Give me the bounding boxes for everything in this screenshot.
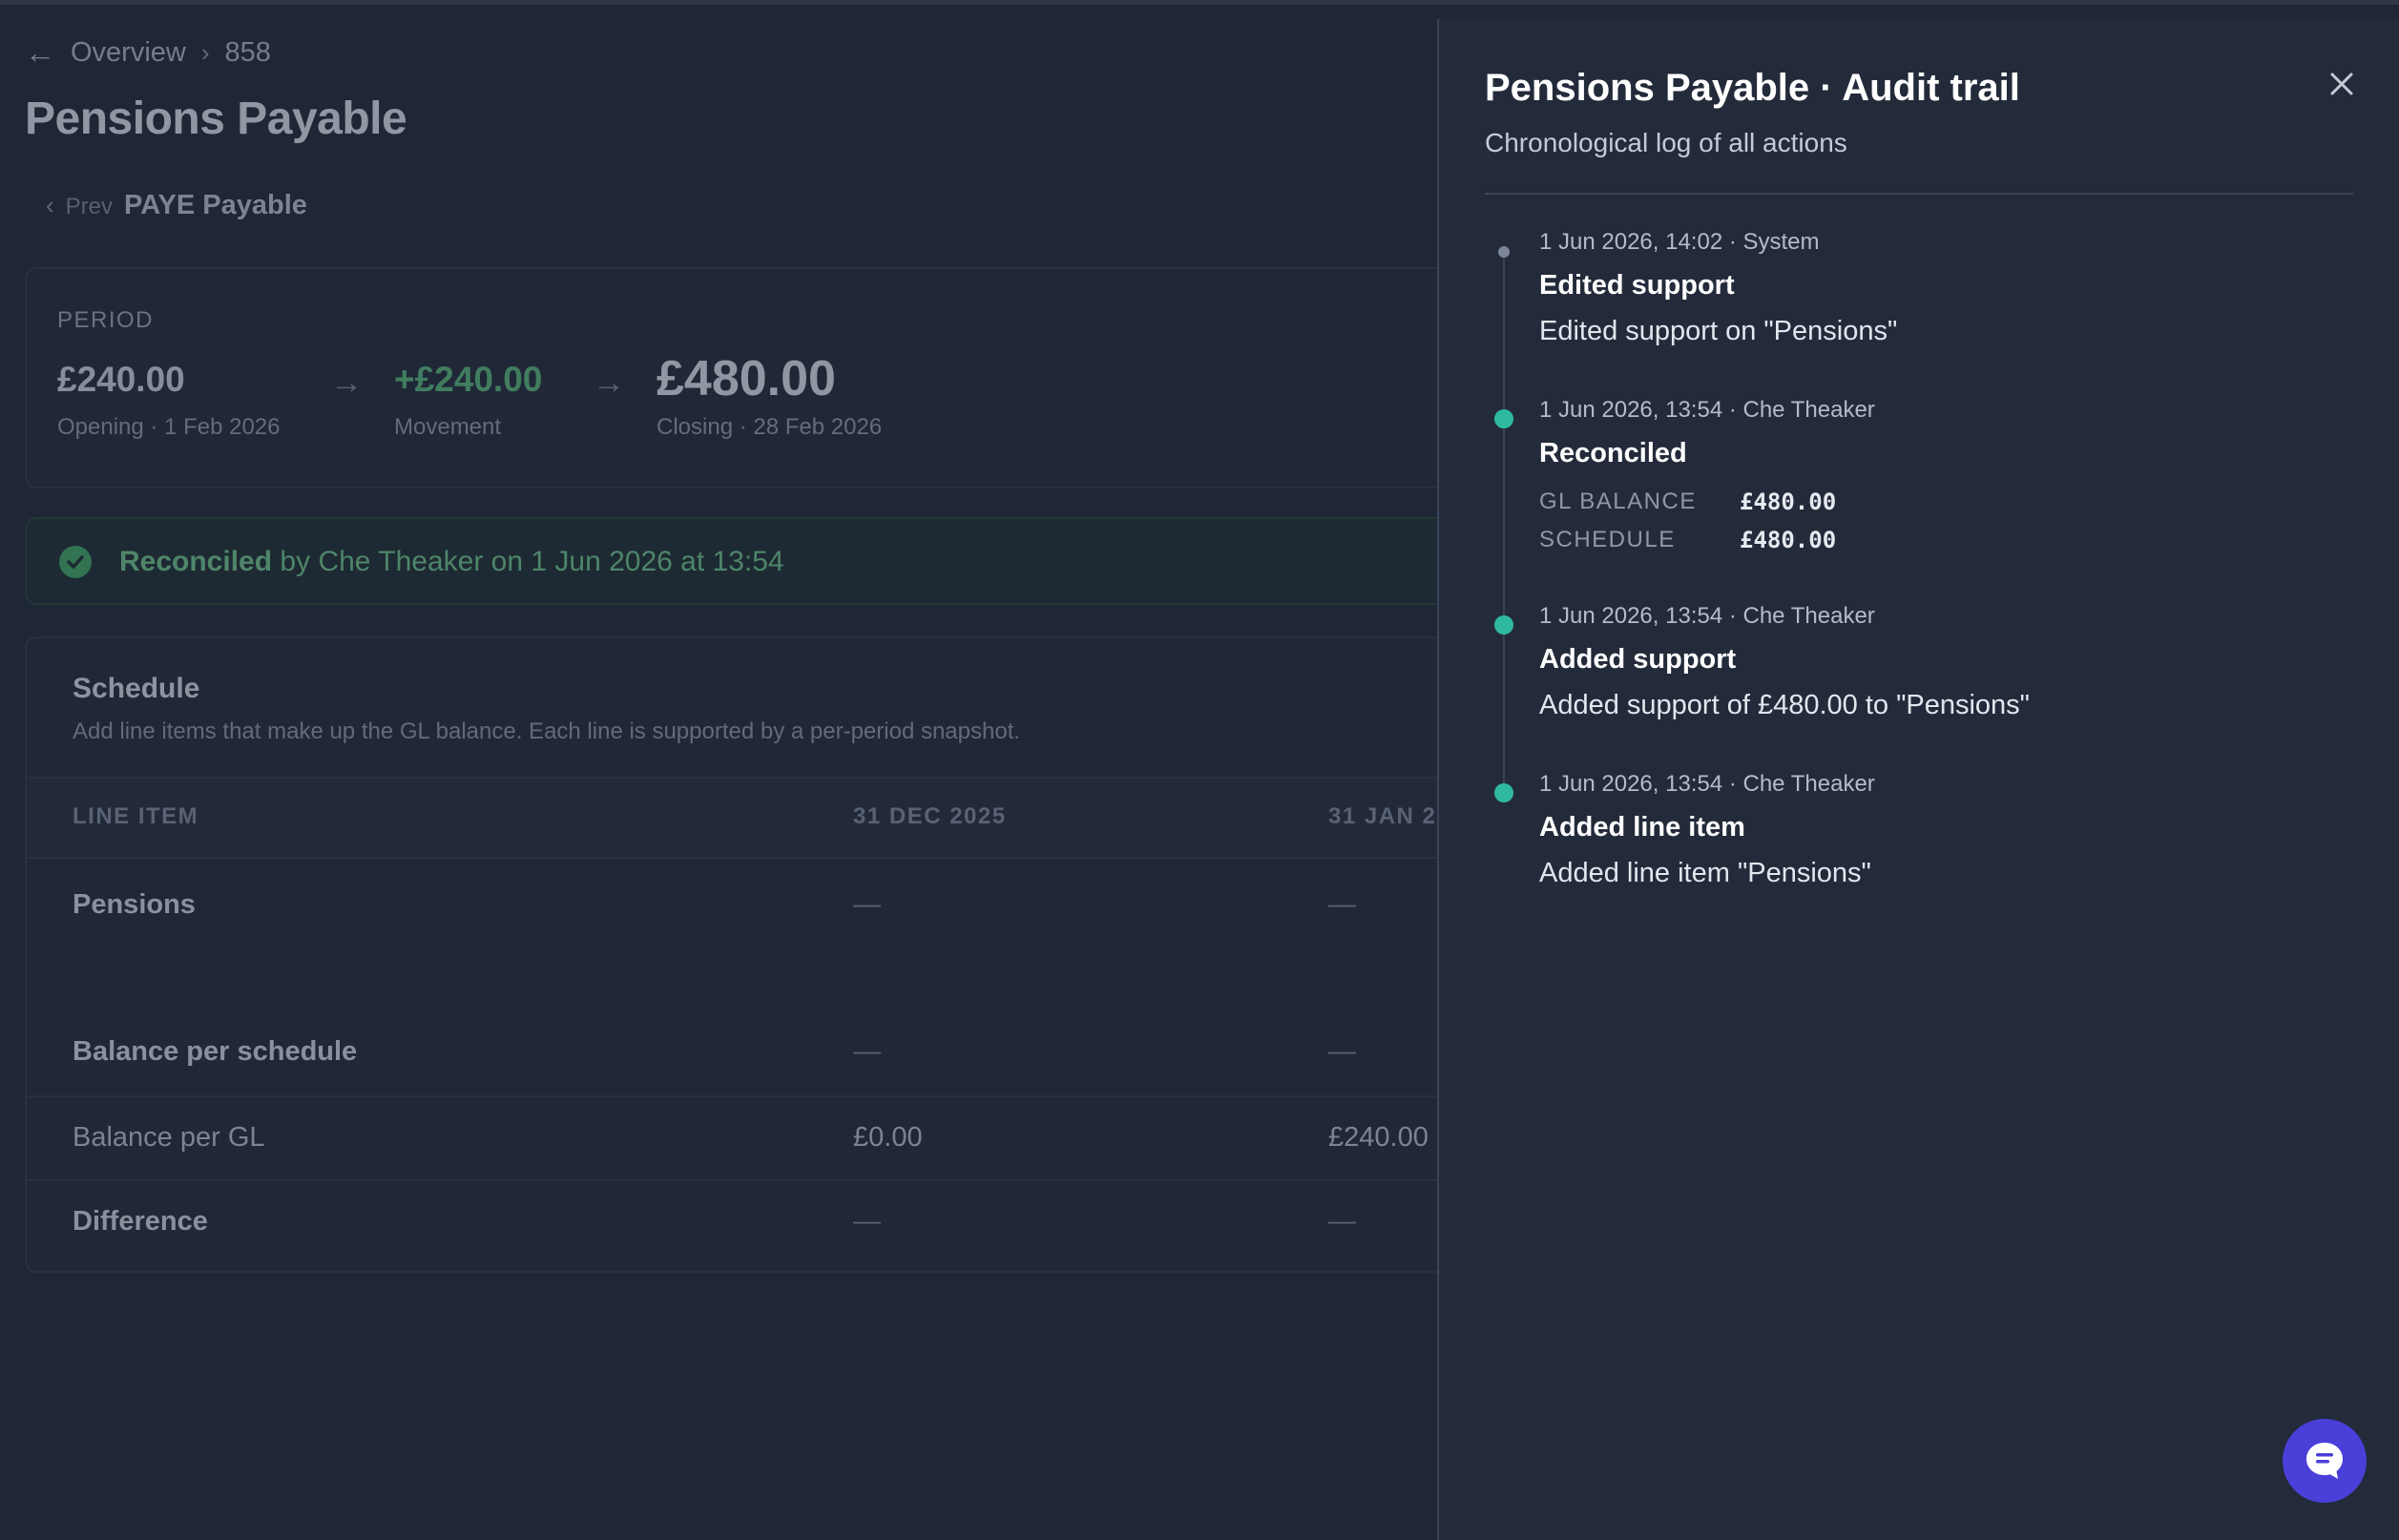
check-circle-icon	[59, 546, 92, 578]
prev-account-name[interactable]: PAYE Payable	[124, 190, 307, 221]
reconciled-status: Reconciled	[119, 546, 273, 577]
opening-label: Opening · 1 Feb 2026	[57, 414, 281, 440]
table-row: Balance per schedule — —	[27, 1009, 1439, 1097]
cell-value: £240.00	[1328, 1122, 1429, 1153]
breadcrumb-current: 858	[224, 36, 271, 68]
kv-value: £480.00	[1740, 489, 1837, 515]
kv-key: GL BALANCE	[1539, 489, 1697, 514]
cell-value: —	[1328, 889, 1356, 920]
kv-value: £480.00	[1740, 527, 1837, 553]
period-label: PERIOD	[57, 307, 155, 333]
audit-trail-panel: Pensions Payable · Audit trail Chronolog…	[1437, 19, 2399, 1540]
reconciled-by: by	[280, 546, 311, 577]
entry-description: Added support of £480.00 to "Pensions"	[1539, 690, 2030, 720]
breadcrumb-overview[interactable]: Overview	[71, 37, 186, 69]
row-label: Pensions	[73, 889, 196, 920]
opening-value: £240.00	[57, 360, 185, 399]
entry-description: Added line item "Pensions"	[1539, 858, 1871, 888]
row-label: Balance per schedule	[73, 1036, 358, 1067]
panel-subtitle: Chronological log of all actions	[1485, 128, 1847, 157]
col-line-item: LINE ITEM	[73, 803, 199, 829]
cell-value: —	[853, 889, 881, 920]
timeline-dot	[1498, 246, 1510, 258]
col-31-jan: 31 JAN 2	[1328, 803, 1437, 829]
prev-label: Prev	[65, 194, 114, 219]
panel-divider	[1485, 193, 2353, 195]
page-title: Pensions Payable	[25, 94, 407, 144]
entry-meta: 1 Jun 2026, 13:54 · Che Theaker	[1539, 397, 1875, 423]
entry-title: Reconciled	[1539, 438, 1687, 468]
schedule-header: LINE ITEM 31 DEC 2025 31 JAN 2	[27, 777, 1439, 859]
cell-value: —	[1328, 1036, 1356, 1067]
entry-title: Added line item	[1539, 812, 1745, 843]
schedule-card: Schedule Add line items that make up the…	[25, 636, 1439, 1273]
reconciled-user: Che Theaker	[318, 546, 484, 577]
arrow-right-icon: →	[330, 364, 363, 401]
table-row[interactable]: Pensions — —	[27, 855, 1439, 1011]
closing-value: £480.00	[657, 351, 836, 406]
chat-icon	[2306, 1443, 2343, 1479]
movement-value: +£240.00	[394, 360, 543, 399]
breadcrumb: ← Overview › 858	[25, 31, 271, 73]
arrow-left-icon[interactable]: ←	[25, 35, 55, 71]
movement-label: Movement	[394, 414, 502, 440]
schedule-title: Schedule	[73, 673, 200, 704]
row-label: Difference	[73, 1206, 208, 1237]
entry-title: Added support	[1539, 644, 1737, 675]
panel-title: Pensions Payable · Audit trail	[1485, 67, 2020, 109]
chevron-right-icon: ›	[200, 37, 210, 67]
kv-key: SCHEDULE	[1539, 527, 1676, 552]
cell-value: —	[853, 1206, 881, 1237]
main-page: ← Overview › 858 Pensions Payable ‹ Prev…	[0, 5, 1439, 1540]
row-label: Balance per GL	[73, 1122, 265, 1153]
cell-value: £0.00	[853, 1122, 923, 1153]
reconciled-text: Reconciled by Che Theaker on 1 Jun 2026 …	[119, 546, 784, 578]
entry-title: Edited support	[1539, 270, 1735, 301]
table-row: Difference — —	[27, 1179, 1439, 1265]
timeline-line	[1503, 250, 1505, 786]
reconciled-banner: Reconciled by Che Theaker on 1 Jun 2026 …	[25, 517, 1439, 605]
chat-support-button[interactable]	[2283, 1419, 2367, 1503]
chevron-left-icon: ‹	[46, 191, 54, 219]
closing-label: Closing · 28 Feb 2026	[657, 414, 883, 440]
entry-meta: 1 Jun 2026, 13:54 · Che Theaker	[1539, 771, 1875, 797]
table-row: Balance per GL £0.00 £240.00	[27, 1095, 1439, 1181]
entry-description: Edited support on "Pensions"	[1539, 316, 1898, 346]
col-31-dec-2025: 31 DEC 2025	[853, 803, 1007, 829]
cell-value: —	[853, 1036, 881, 1067]
timeline-dot	[1494, 409, 1513, 428]
entry-meta: 1 Jun 2026, 13:54 · Che Theaker	[1539, 603, 1875, 629]
close-icon[interactable]	[2325, 67, 2359, 101]
prev-account-link[interactable]: ‹ Prev PAYE Payable	[46, 190, 307, 221]
schedule-subtitle: Add line items that make up the GL balan…	[73, 718, 1021, 744]
cell-value: —	[1328, 1206, 1356, 1237]
timeline-dot	[1494, 783, 1513, 802]
arrow-right-icon: →	[593, 364, 625, 401]
reconciled-date: on 1 Jun 2026 at 13:54	[490, 546, 784, 577]
period-card: PERIOD £240.00 Opening · 1 Feb 2026 → +£…	[25, 267, 1439, 489]
entry-meta: 1 Jun 2026, 14:02 · System	[1539, 229, 1820, 255]
timeline-dot	[1494, 615, 1513, 635]
